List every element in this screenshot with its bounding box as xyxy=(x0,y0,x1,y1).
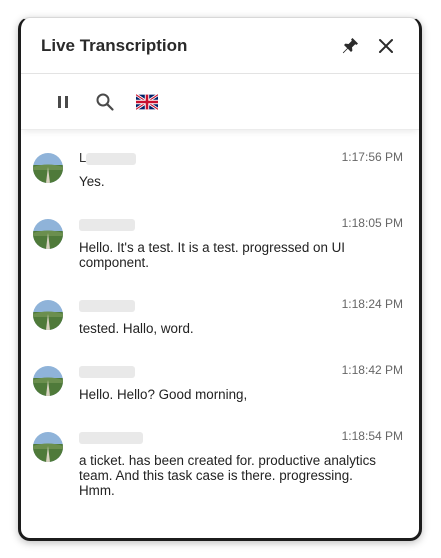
transcript-entry: 1:18:05 PM Hello. It's a test. It is a t… xyxy=(33,216,403,297)
close-icon xyxy=(379,38,393,53)
avatar xyxy=(33,432,63,462)
speaker-name-redacted xyxy=(79,299,135,312)
avatar xyxy=(33,219,63,249)
transcript-entry: 1:18:24 PM tested. Hallo, word. xyxy=(33,297,403,363)
pin-icon xyxy=(342,37,358,53)
speaker-name xyxy=(79,297,179,313)
uk-flag-icon xyxy=(136,93,158,110)
transcript-text: Yes. xyxy=(79,174,105,189)
language-button[interactable] xyxy=(135,90,159,114)
transcript-text: Hello. Hello? Good morning, xyxy=(79,387,248,402)
speaker-name-redacted xyxy=(79,365,135,378)
search-button[interactable] xyxy=(93,90,117,114)
speaker-name: L xyxy=(79,150,179,166)
transcript-entry: L 1:17:56 PM Yes. xyxy=(33,150,403,216)
search-icon xyxy=(96,93,114,111)
transcript-feed[interactable]: L 1:17:56 PM Yes. 1:18:05 PM Hello. It's… xyxy=(21,130,419,538)
transcript-text: tested. Hallo, word. xyxy=(79,321,194,336)
speaker-name-redacted xyxy=(79,218,135,231)
timestamp: 1:18:42 PM xyxy=(341,363,403,377)
transcription-toolbar xyxy=(21,74,419,130)
avatar xyxy=(33,153,63,183)
pause-icon xyxy=(58,95,68,108)
transcript-text: a ticket. has been created for. producti… xyxy=(79,453,376,498)
avatar xyxy=(33,300,63,330)
speaker-name xyxy=(79,363,179,379)
speaker-name xyxy=(79,216,179,232)
timestamp: 1:18:24 PM xyxy=(341,297,403,311)
close-button[interactable] xyxy=(373,33,399,59)
transcript-text: Hello. It's a test. It is a test. progre… xyxy=(79,240,346,270)
transcript-entry: 1:18:42 PM Hello. Hello? Good morning, xyxy=(33,363,403,429)
transcript-entry: 1:18:54 PM a ticket. has been created fo… xyxy=(33,429,403,519)
speaker-name-redacted xyxy=(86,152,137,165)
avatar xyxy=(33,366,63,396)
panel-header: Live Transcription xyxy=(21,18,419,74)
pause-button[interactable] xyxy=(51,90,75,114)
timestamp: 1:17:56 PM xyxy=(341,150,403,164)
speaker-name xyxy=(79,429,179,445)
timestamp: 1:18:05 PM xyxy=(341,216,403,230)
live-transcription-panel: Live Transcription L 1:17:56 PM Yes. 1:1… xyxy=(18,17,422,541)
window-frame: Live Transcription L 1:17:56 PM Yes. 1:1… xyxy=(0,0,441,558)
panel-title: Live Transcription xyxy=(41,35,188,55)
timestamp: 1:18:54 PM xyxy=(341,429,403,443)
speaker-initial: L xyxy=(79,150,87,165)
pin-button[interactable] xyxy=(337,33,363,59)
speaker-name-redacted xyxy=(79,431,143,444)
